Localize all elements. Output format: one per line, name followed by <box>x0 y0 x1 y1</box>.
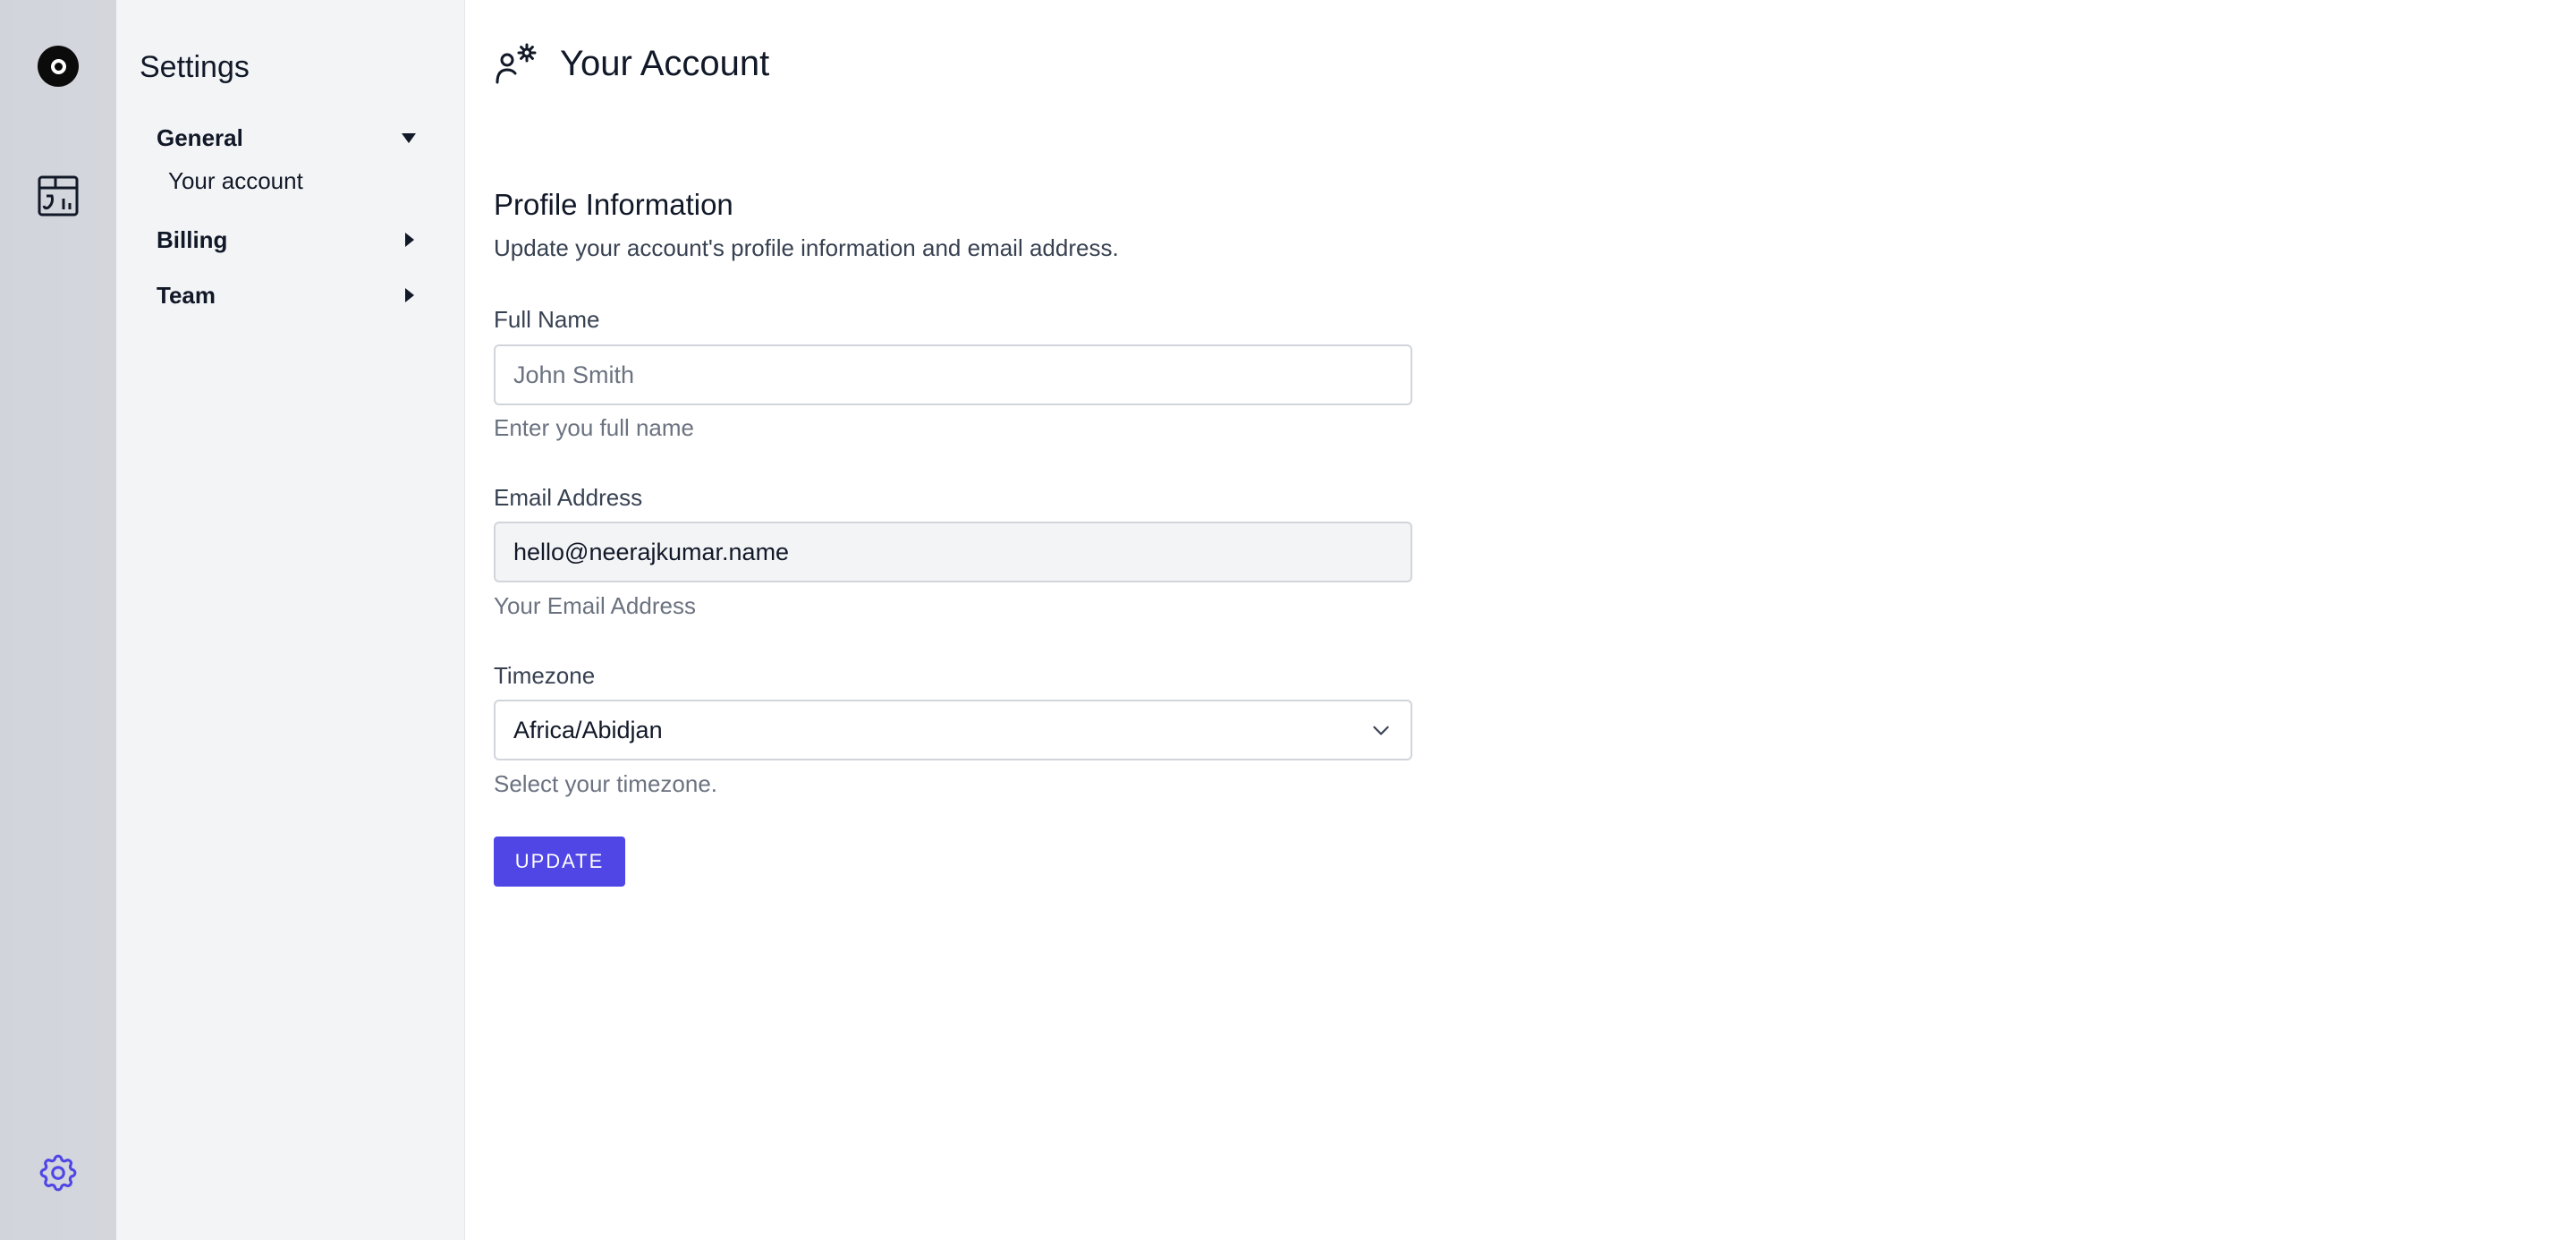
email-help: Your Email Address <box>494 592 696 619</box>
sidebar-item-team[interactable]: Team <box>157 277 425 313</box>
icon-rail <box>0 0 116 1240</box>
caret-down-icon <box>402 132 416 143</box>
full-name-help: Enter you full name <box>494 414 695 441</box>
dashboard-icon[interactable] <box>36 174 80 218</box>
page-title: Your Account <box>560 43 770 83</box>
sidebar-item-label: General <box>157 123 243 151</box>
sidebar-item-billing[interactable]: Billing <box>157 222 425 258</box>
sidebar-title: Settings <box>140 50 250 84</box>
full-name-label: Full Name <box>494 306 600 333</box>
section-description: Update your account's profile informatio… <box>494 234 1119 261</box>
timezone-value: Africa/Abidjan <box>513 716 663 743</box>
email-label: Email Address <box>494 484 643 511</box>
timezone-label: Timezone <box>494 662 596 689</box>
sidebar-item-label: Team <box>157 281 216 309</box>
timezone-select[interactable]: Africa/Abidjan <box>494 700 1412 760</box>
sidebar-item-your-account[interactable]: Your account <box>168 167 303 195</box>
logo-icon[interactable] <box>38 46 79 87</box>
sidebar-item-label: Billing <box>157 225 228 253</box>
settings-sidebar: Settings General Your account Billing Te… <box>116 0 465 1240</box>
page-header: Your Account <box>494 41 769 86</box>
user-gear-icon <box>496 43 537 84</box>
sidebar-item-general[interactable]: General <box>157 120 425 156</box>
chevron-down-icon <box>1373 726 1389 735</box>
section-title: Profile Information <box>494 188 733 221</box>
update-button[interactable]: UPDATE <box>494 837 625 887</box>
full-name-input[interactable] <box>494 344 1412 405</box>
settings-gear-icon[interactable] <box>36 1151 80 1195</box>
caret-right-icon <box>405 288 414 302</box>
timezone-help: Select your timezone. <box>494 770 718 797</box>
email-field[interactable] <box>494 522 1412 582</box>
caret-right-icon <box>405 233 414 247</box>
